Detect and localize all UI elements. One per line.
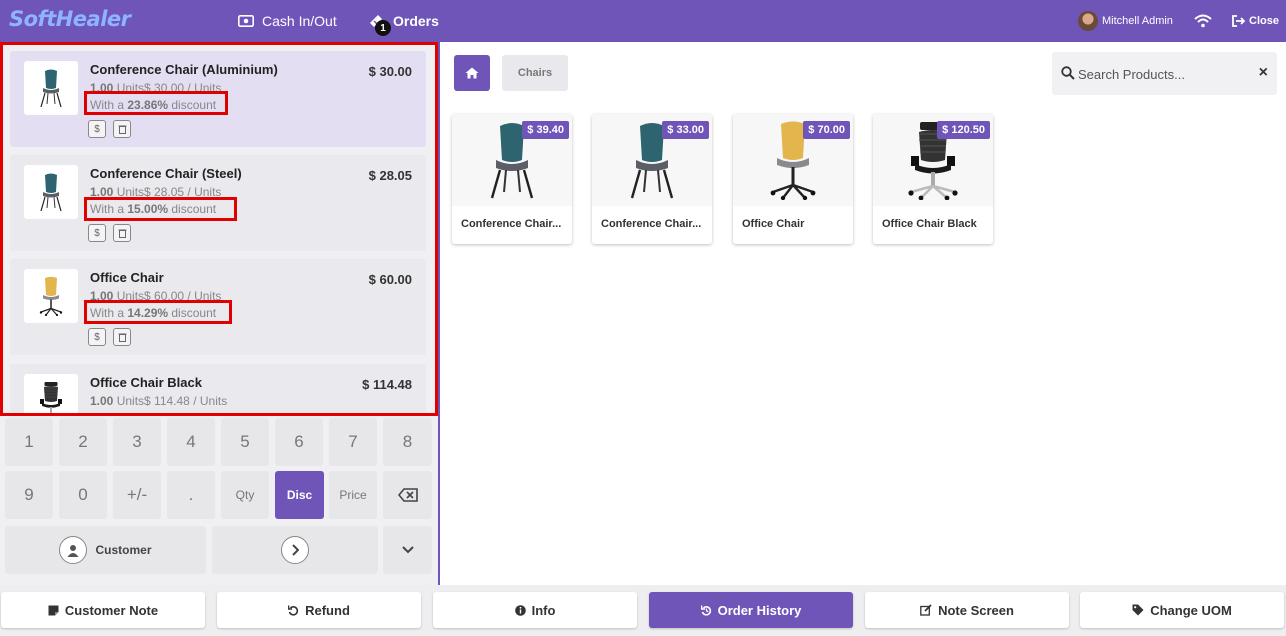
sign-out-icon [1232,15,1245,27]
chevron-down-icon [401,546,414,554]
product-price-tag: $ 70.00 [803,121,850,139]
home-category-button[interactable] [454,55,490,91]
refund-button[interactable]: Refund [217,592,421,628]
numpad-key-1[interactable]: 1 [5,418,53,466]
left-pane: Conference Chair (Aluminium) $ 30.00 1.0… [0,42,440,585]
customer-button[interactable]: Customer [5,526,206,574]
price-mode-button[interactable]: Price [329,471,377,519]
numpad-key-5[interactable]: 5 [221,418,269,466]
user-icon [59,536,88,564]
home-icon [465,67,479,79]
change-uom-button[interactable]: Change UOM [1080,592,1284,628]
product-price-tag: $ 33.00 [662,121,709,139]
product-name: Office Chair Black [882,218,977,230]
clear-search-icon[interactable]: × [1259,65,1268,81]
backspace-icon [397,488,418,502]
change-uom-label: Change UOM [1150,602,1232,618]
more-options-button[interactable] [383,526,432,574]
note-screen-button[interactable]: Note Screen [865,592,1069,628]
customer-note-label: Customer Note [64,602,159,618]
product-card[interactable]: $ 33.00 Conference Chair... [592,114,712,244]
numpad-key-2[interactable]: 2 [59,418,107,466]
info-icon [514,604,526,616]
wifi-icon [1194,14,1212,28]
numpad-key-plus-minus[interactable]: +/- [113,471,161,519]
history-icon [700,605,712,616]
info-button[interactable]: Info [433,592,637,628]
disc-mode-button[interactable]: Disc [275,471,324,519]
customer-note-button[interactable]: Customer Note [1,592,205,628]
numpad-key-3[interactable]: 3 [113,418,161,466]
chevron-right-icon [281,536,309,564]
product-name: Conference Chair... [601,218,702,230]
ticket-icon: 1 [367,12,391,36]
undo-icon [288,605,299,616]
search-bar: × [1052,52,1277,95]
numpad-key-6[interactable]: 6 [275,418,323,466]
search-icon [1061,66,1075,80]
product-name: Conference Chair... [461,218,562,230]
product-name: Office Chair [742,218,805,230]
search-input[interactable] [1078,62,1248,86]
numpad-key-8[interactable]: 8 [383,418,432,466]
customer-label: Customer [95,543,152,557]
qty-mode-button[interactable]: Qty [221,471,269,519]
numpad-key-decimal[interactable]: . [167,471,215,519]
close-label: Close [1249,15,1279,27]
cash-in-out-label: Cash In/Out [262,13,337,29]
product-price-tag: $ 39.40 [522,121,569,139]
refund-label: Refund [305,602,350,618]
top-navbar: SoftHealer Cash In/Out 1 Orders Mitchell… [0,0,1286,42]
edit-icon [920,604,932,616]
cash-in-out-button[interactable]: Cash In/Out [238,0,337,42]
order-history-label: Order History [717,602,802,618]
softhealer-logo: SoftHealer [9,7,131,31]
numpad-key-4[interactable]: 4 [167,418,215,466]
numpad-key-9[interactable]: 9 [5,471,53,519]
bottom-action-bar: Customer Note Refund Info Order History … [0,585,1286,636]
info-label: Info [531,602,556,618]
product-card[interactable]: $ 120.50 Office Chair Black [873,114,993,244]
orders-button[interactable]: 1 Orders [367,0,439,42]
note-screen-label: Note Screen [938,602,1014,618]
order-history-button[interactable]: Order History [649,592,853,628]
numpad-key-7[interactable]: 7 [329,418,377,466]
user-menu[interactable]: Mitchell Admin [1078,0,1173,42]
close-button[interactable]: Close [1232,0,1279,42]
user-name: Mitchell Admin [1102,15,1173,27]
tag-icon [1132,604,1144,616]
wifi-status[interactable] [1194,0,1220,42]
orders-label: Orders [393,13,439,29]
money-icon [238,15,254,27]
sticky-note-icon [48,605,59,616]
orderlist-highlight-box [0,42,438,416]
avatar [1078,11,1098,31]
product-card[interactable]: $ 39.40 Conference Chair... [452,114,572,244]
orders-count-badge: 1 [375,20,391,36]
numpad-key-0[interactable]: 0 [59,471,107,519]
backspace-button[interactable] [383,471,432,519]
category-breadcrumb-chairs[interactable]: Chairs [502,55,568,91]
product-card[interactable]: $ 70.00 Office Chair [733,114,853,244]
payment-button[interactable] [212,526,378,574]
product-price-tag: $ 120.50 [937,121,990,139]
